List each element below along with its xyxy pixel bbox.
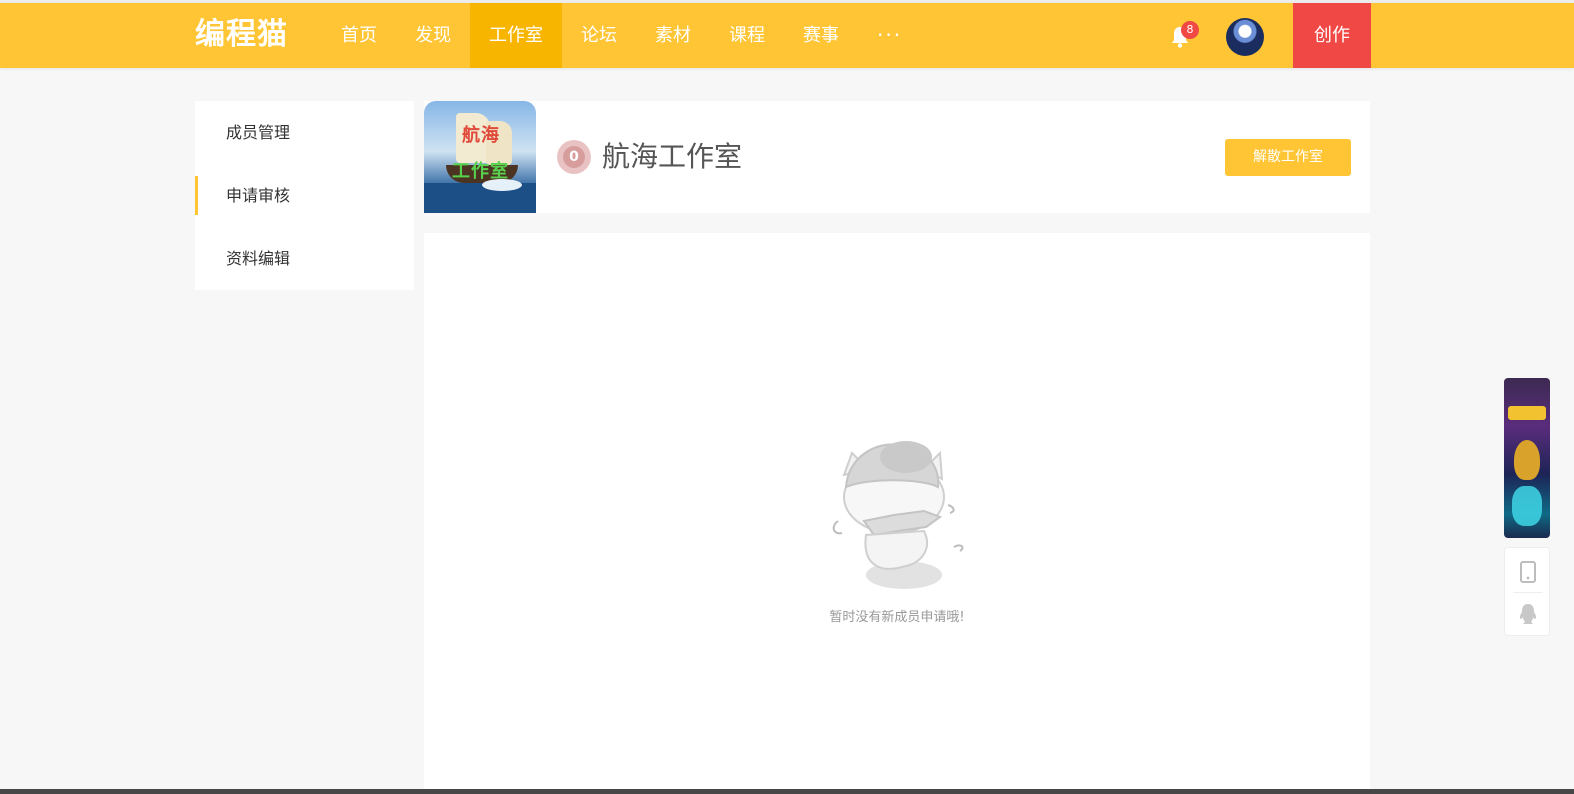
create-button[interactable]: 创作 xyxy=(1293,3,1371,68)
studio-cover-image: 航海 工作室 xyxy=(424,101,536,213)
nav-item-forum[interactable]: 论坛 xyxy=(562,3,636,68)
phone-icon[interactable] xyxy=(1520,561,1536,583)
sidebar-item-application-review[interactable]: 申请审核 xyxy=(195,164,414,227)
nav-item-materials[interactable]: 素材 xyxy=(636,3,710,68)
nav-item-events[interactable]: 赛事 xyxy=(784,3,858,68)
logo[interactable]: 编程猫 xyxy=(195,17,288,53)
qq-penguin-icon[interactable] xyxy=(1518,603,1538,625)
nav-item-home[interactable]: 首页 xyxy=(322,3,396,68)
sidebar-item-profile-edit[interactable]: 资料编辑 xyxy=(195,227,414,290)
studio-level-number: 0 xyxy=(569,149,579,165)
nav-item-courses[interactable]: 课程 xyxy=(710,3,784,68)
sidebar-item-member-management[interactable]: 成员管理 xyxy=(195,101,414,164)
window-bottom-edge xyxy=(0,789,1574,794)
user-avatar[interactable] xyxy=(1226,18,1264,56)
application-list-panel: 暂时没有新成员申请哦! xyxy=(424,233,1370,794)
studio-name: 航海工作室 xyxy=(602,140,743,173)
empty-state-message: 暂时没有新成员申请哦! xyxy=(829,610,965,625)
dissolve-studio-button[interactable]: 解散工作室 xyxy=(1225,139,1351,176)
notification-badge: 8 xyxy=(1181,21,1199,39)
tools-divider xyxy=(1513,592,1543,593)
main-nav: 首页 发现 工作室 论坛 素材 课程 赛事 ··· xyxy=(322,3,921,68)
empty-state-cat-illustration xyxy=(832,441,964,589)
studio-sidebar: 成员管理 申请审核 资料编辑 xyxy=(195,101,414,290)
top-navbar: 编程猫 首页 发现 工作室 论坛 素材 课程 赛事 ··· 8 创作 xyxy=(0,3,1574,68)
nav-more-button[interactable]: ··· xyxy=(858,3,921,68)
nav-item-discover[interactable]: 发现 xyxy=(396,3,470,68)
floating-side-tools xyxy=(1504,547,1550,636)
studio-header-card: 航海 工作室 0 航海工作室 解散工作室 xyxy=(424,101,1370,213)
floating-promo-banner[interactable] xyxy=(1504,378,1550,538)
promo-title-graphic xyxy=(1508,406,1546,420)
promo-character-graphic xyxy=(1514,440,1540,480)
cover-text-line1: 航海 xyxy=(462,125,500,146)
cover-text-line2: 工作室 xyxy=(452,161,509,182)
promo-effect-graphic xyxy=(1512,486,1542,526)
nav-item-studio[interactable]: 工作室 xyxy=(470,3,562,68)
